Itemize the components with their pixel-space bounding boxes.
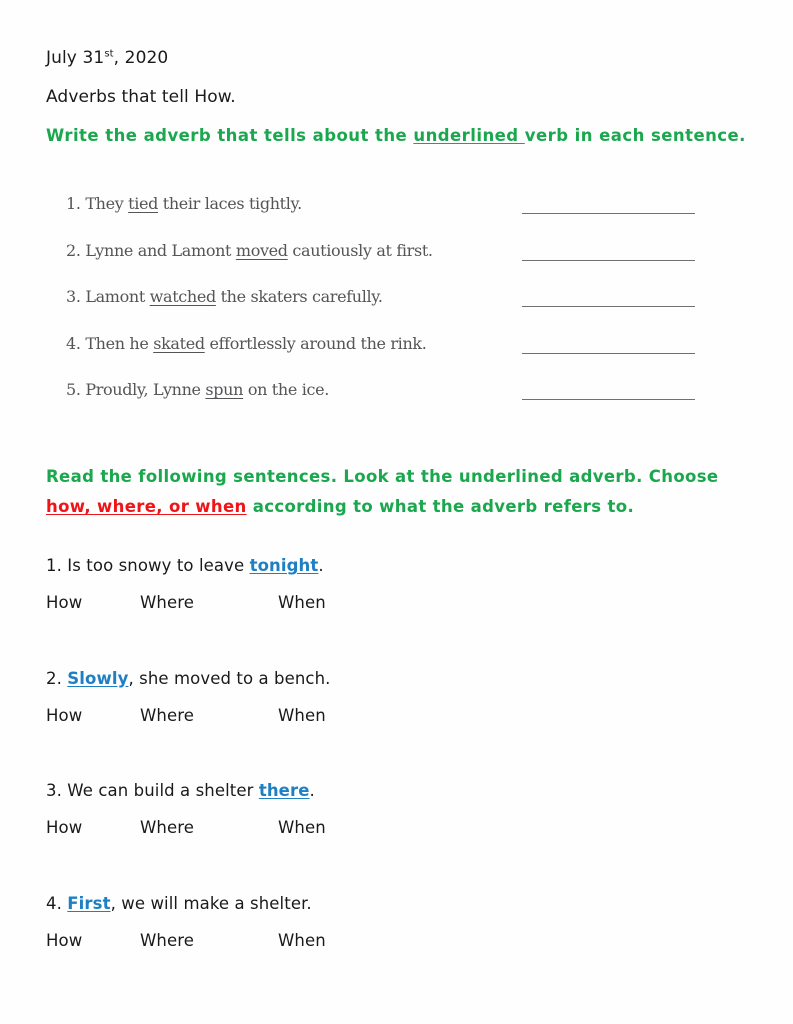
date-line: July 31st, 2020 [46,48,168,68]
sentence-post: . [309,781,315,800]
sentence-post: on the ice. [243,380,329,399]
answer-blank-line[interactable] [522,306,695,307]
instruction-secondary: Read the following sentences. Look at th… [46,462,746,522]
option-where[interactable]: Where [140,818,194,837]
exercise-two-block: 2. Slowly, she moved to a bench. How Whe… [46,669,746,782]
answer-option-group: How Where When [46,706,746,728]
sentence-post: their laces tightly. [158,194,302,213]
exercise-one-row: 2. Lynne and Lamont moved cautiously at … [66,241,726,288]
option-how[interactable]: How [46,706,82,725]
sentence-pre: We can build a shelter [67,781,259,800]
underlined-adverb: Slowly [67,668,129,688]
option-where[interactable]: Where [140,593,194,612]
sentence-post: effortlessly around the rink. [204,333,427,353]
underlined-adverb: First [67,893,111,913]
exercise-two-block: 1. Is too snowy to leave tonight. How Wh… [46,556,746,669]
answer-blank-line[interactable] [522,259,695,261]
underlined-verb: tied [128,194,158,213]
instruction-primary-part1: Write the adverb that tells about the [46,126,414,145]
worksheet-subtitle: Adverbs that tell How. [46,87,236,107]
item-number: 1. [66,194,86,213]
underlined-adverb: there [258,781,310,800]
instruction-primary-part2: verb in each sentence. [524,126,746,145]
exercise-two-list: 1. Is too snowy to leave tonight. How Wh… [46,556,746,1006]
item-number: 2. [66,240,86,260]
option-how[interactable]: How [46,931,82,950]
option-where[interactable]: Where [140,931,194,950]
item-number: 2. [46,668,68,688]
underlined-verb: moved [235,240,288,260]
item-number: 4. [46,893,68,913]
answer-option-group: How Where When [46,931,746,953]
exercise-one-row: 4. Then he skated effortlessly around th… [66,334,726,381]
exercise-one-list: 1. They tied their laces tightly. 2. Lyn… [66,194,726,427]
exercise-one-sentence: 3. Lamont watched the skaters carefully. [66,287,383,306]
exercise-two-block: 3. We can build a shelter there. How Whe… [46,781,746,894]
sentence-pre: They [85,194,129,213]
sentence-pre: Lynne and Lamont [85,240,236,260]
item-number: 3. [66,287,86,306]
answer-blank-line[interactable] [522,352,695,354]
option-when[interactable]: When [278,593,326,612]
date-year: , 2020 [113,48,169,68]
option-how[interactable]: How [46,593,82,612]
exercise-two-sentence: 3. We can build a shelter there. [46,781,315,800]
underlined-verb: watched [149,287,217,306]
underlined-verb: spun [205,380,244,399]
sentence-post: . [318,556,324,575]
sentence-pre: Is too snowy to leave [67,556,250,575]
worksheet-page: July 31st, 2020 Adverbs that tell How. W… [0,0,793,1024]
sentence-post: , we will make a shelter. [110,893,312,913]
option-where[interactable]: Where [140,706,194,725]
instruction-secondary-part1: Read the following sentences. Look at th… [46,467,719,486]
exercise-one-row: 3. Lamont watched the skaters carefully. [66,287,726,334]
exercise-one-row: 1. They tied their laces tightly. [66,194,726,241]
exercise-two-sentence: 4. First, we will make a shelter. [46,894,312,913]
exercise-two-sentence: 1. Is too snowy to leave tonight. [46,556,324,575]
instruction-primary-underlined-word: underlined [413,126,525,145]
item-number: 3. [46,781,68,800]
exercise-one-sentence: 2. Lynne and Lamont moved cautiously at … [66,241,433,260]
exercise-one-sentence: 1. They tied their laces tightly. [66,194,302,213]
sentence-pre: Then he [85,333,154,353]
item-number: 4. [66,333,86,353]
item-number: 5. [66,380,86,399]
exercise-two-sentence: 2. Slowly, she moved to a bench. [46,669,331,688]
option-when[interactable]: When [278,818,326,837]
answer-blank-line[interactable] [522,213,695,214]
answer-option-group: How Where When [46,593,746,615]
sentence-post: cautiously at first. [287,240,433,260]
option-when[interactable]: When [278,706,326,725]
answer-option-group: How Where When [46,818,746,840]
underlined-verb: skated [153,333,205,353]
date-ordinal-suffix: st [104,48,114,60]
instruction-secondary-part2: according to what the adverb refers to. [246,497,635,516]
underlined-adverb: tonight [249,556,319,575]
sentence-pre: Proudly, Lynne [85,380,206,399]
instruction-primary: Write the adverb that tells about the un… [46,126,746,145]
date-text: July 31 [46,48,105,68]
instruction-secondary-emphasis: how, where, or when [46,497,247,516]
sentence-pre: Lamont [85,287,150,306]
exercise-one-row: 5. Proudly, Lynne spun on the ice. [66,380,726,427]
sentence-post: the skaters carefully. [215,287,383,306]
option-how[interactable]: How [46,818,82,837]
exercise-two-block: 4. First, we will make a shelter. How Wh… [46,894,746,1007]
sentence-post: , she moved to a bench. [128,668,331,688]
item-number: 1. [46,556,68,575]
exercise-one-sentence: 5. Proudly, Lynne spun on the ice. [66,380,329,399]
option-when[interactable]: When [278,931,326,950]
answer-blank-line[interactable] [522,399,695,400]
exercise-one-sentence: 4. Then he skated effortlessly around th… [66,333,427,353]
